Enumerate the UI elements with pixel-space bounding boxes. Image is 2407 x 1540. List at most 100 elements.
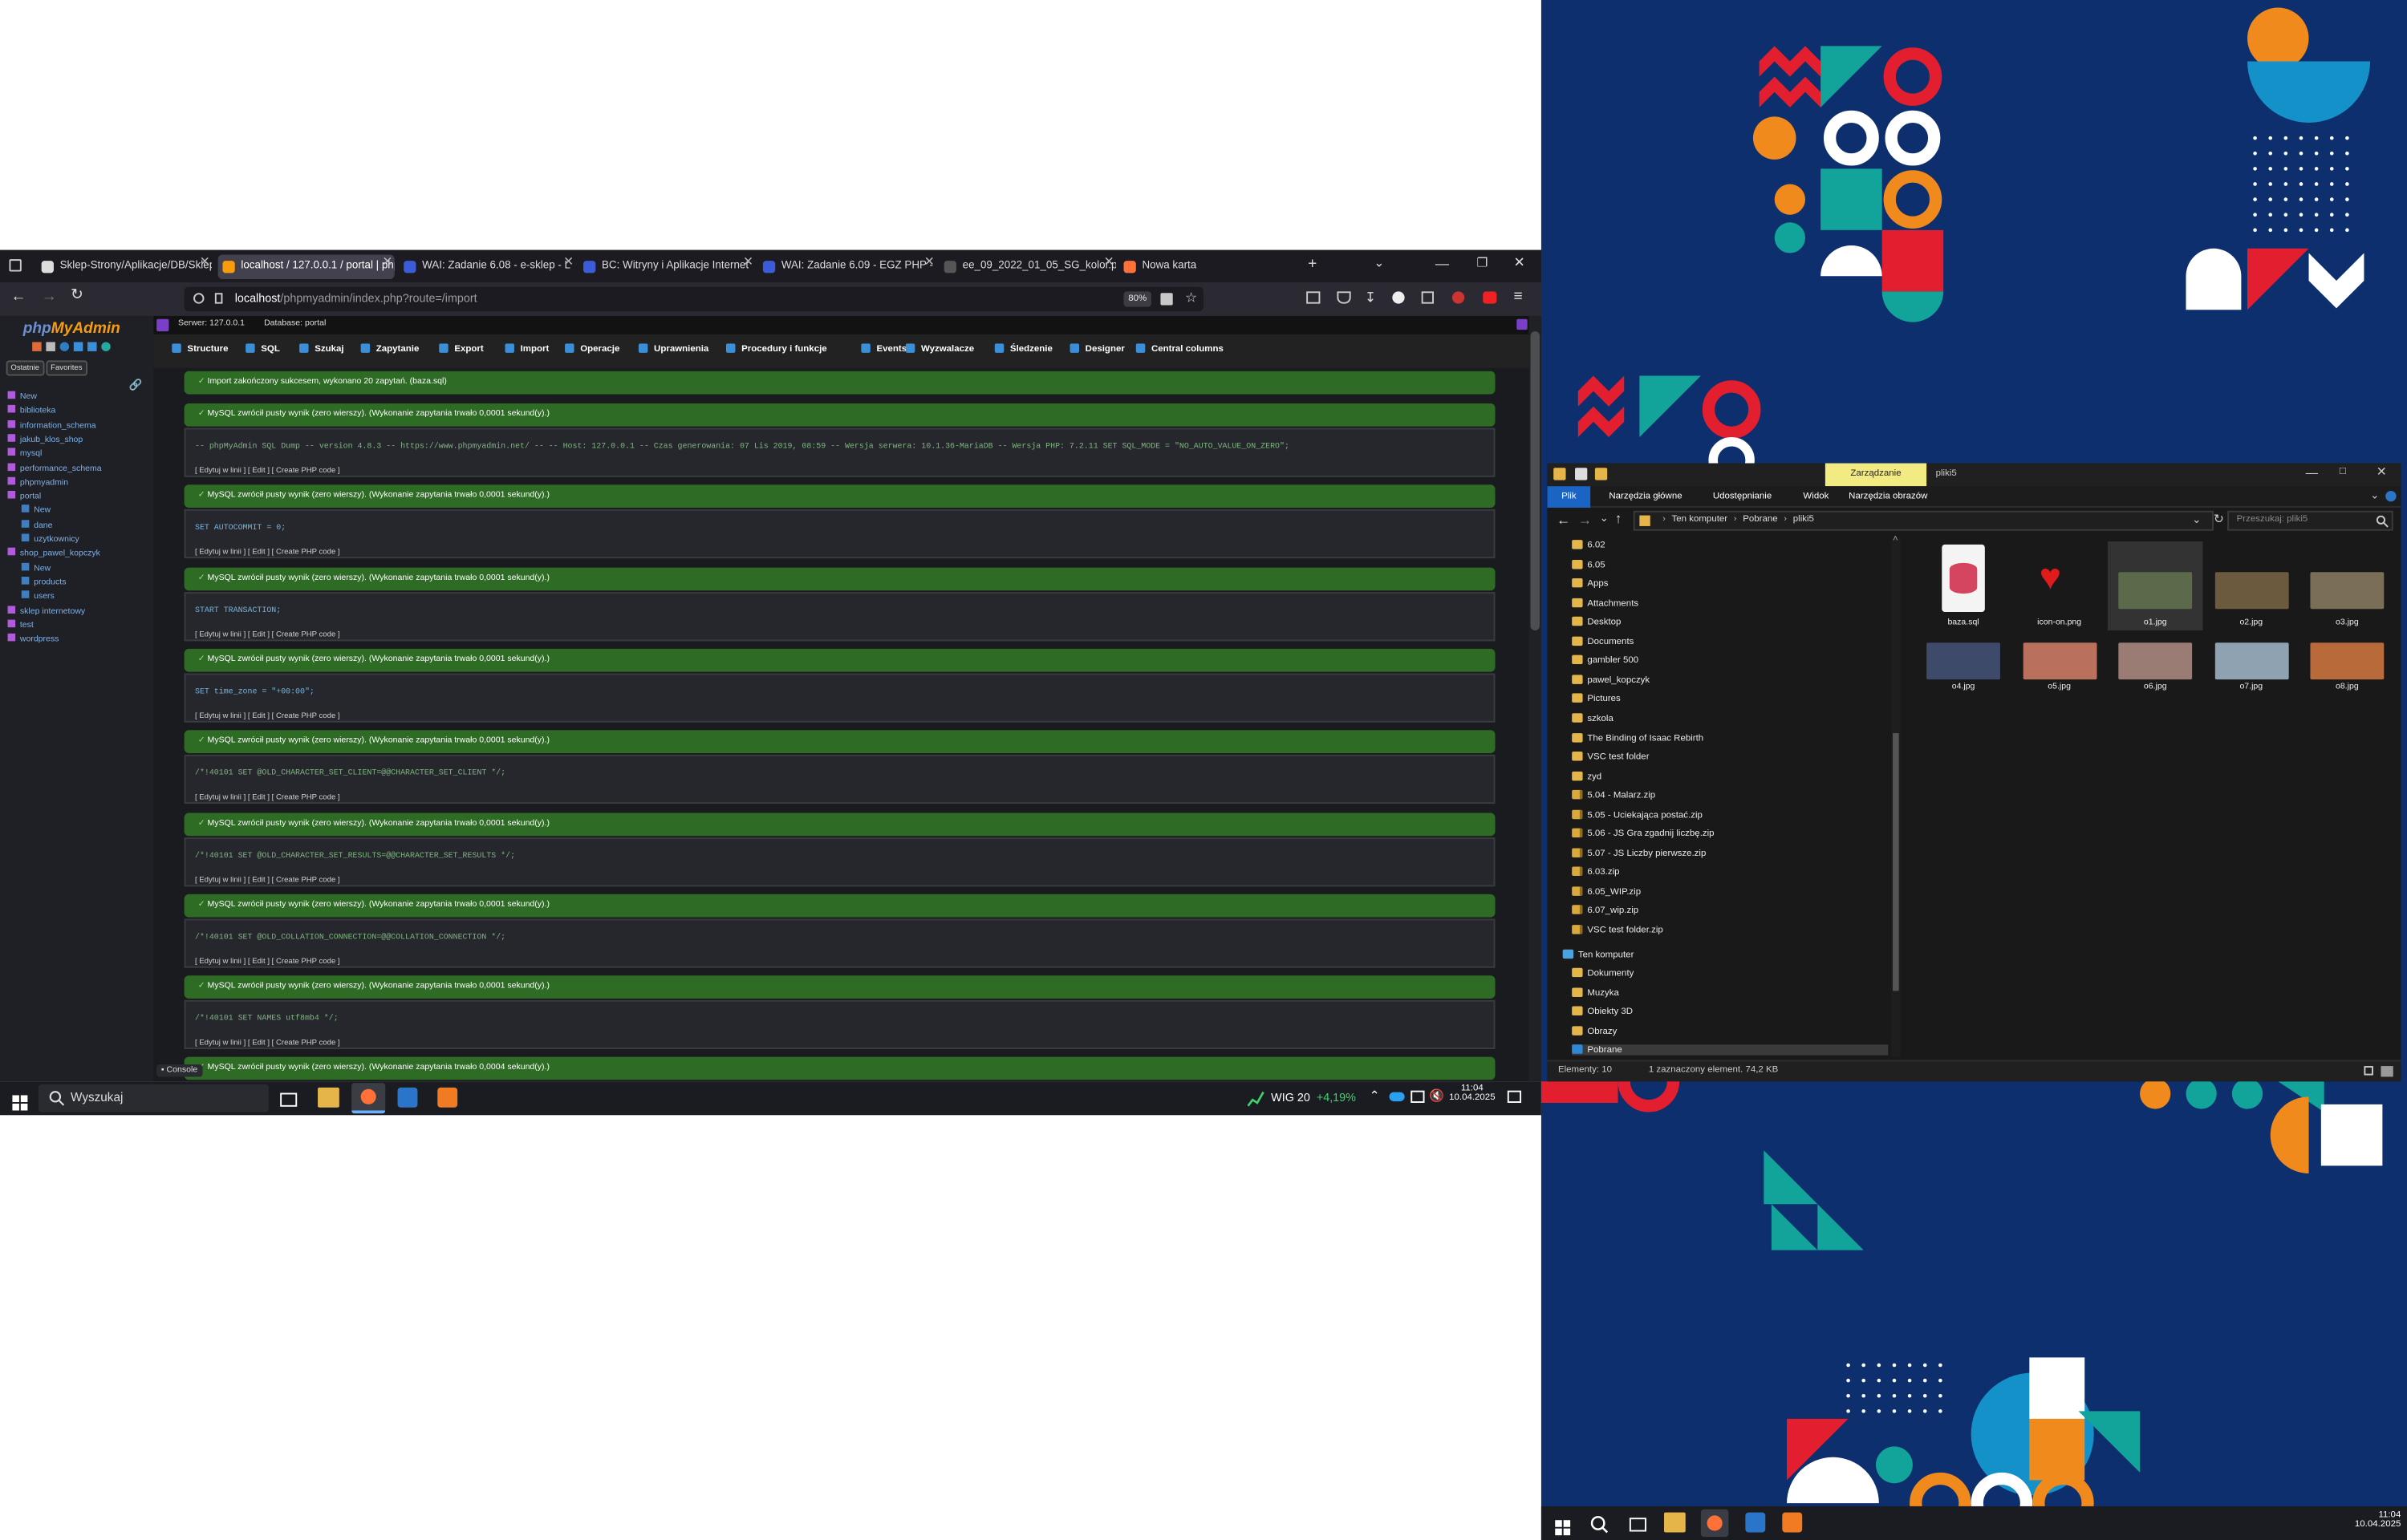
tab-overflow-chevron-icon[interactable]: ⌄: [1374, 256, 1384, 270]
menu-hamburger-icon[interactable]: ≡: [1513, 289, 1522, 306]
nav-tree-item[interactable]: Muzyka: [1572, 987, 1619, 998]
nav-tree-item[interactable]: 6.02: [1572, 540, 1605, 551]
nav-tree-item[interactable]: gambler 500: [1572, 655, 1638, 667]
breadcrumb-segment[interactable]: Ten komputer: [1672, 516, 1728, 525]
tab-close-icon[interactable]: ✕: [924, 254, 935, 268]
onedrive-icon[interactable]: [1389, 1092, 1405, 1102]
close-window-button[interactable]: ✕: [2377, 464, 2387, 478]
pma-menu-item[interactable]: Export: [439, 343, 484, 355]
volume-mute-icon[interactable]: 🔇: [1429, 1089, 1444, 1103]
file-item[interactable]: o2.jpg: [2203, 541, 2299, 630]
address-bar[interactable]: › Ten komputer › Pobrane › pliki5 ⌄: [1633, 510, 2214, 531]
nav-tree-item[interactable]: Pobrane: [1572, 1044, 1889, 1056]
nav-tree-item[interactable]: 6.03.zip: [1572, 867, 1620, 878]
pma-menu-item[interactable]: Operacje: [565, 343, 619, 355]
scrollbar-thumb[interactable]: [1530, 331, 1540, 630]
db-tree-item[interactable]: information_schema: [7, 419, 96, 431]
stock-widget[interactable]: WIG 20 +4,19%: [1271, 1091, 1356, 1104]
reload-icon[interactable]: ↻: [71, 287, 83, 304]
manage-context-tab[interactable]: Zarządzanie: [1825, 463, 1927, 487]
tab-close-icon[interactable]: ✕: [563, 254, 574, 268]
quick-access-properties-icon[interactable]: [1575, 468, 1588, 480]
db-tree-item[interactable]: test: [7, 619, 34, 630]
account-icon[interactable]: [1392, 291, 1405, 304]
db-tree-item[interactable]: products: [21, 576, 67, 587]
xampp-taskbar-icon[interactable]: [437, 1087, 458, 1108]
nav-tree-item[interactable]: Ten komputer: [1562, 948, 1634, 959]
nav-tree-item[interactable]: Obrazy: [1572, 1025, 1617, 1036]
breadcrumb-server[interactable]: Serwer: 127.0.0.1: [178, 319, 245, 328]
nav-tree-item[interactable]: Pictures: [1572, 694, 1621, 705]
sql-action-links[interactable]: [ Edytuj w linii ] [ Edit ] [ Create PHP…: [195, 875, 340, 884]
browser-tab[interactable]: WAI: Zadanie 6.08 - e-sklep - L: [399, 254, 575, 279]
pma-menu-item[interactable]: Events: [861, 343, 907, 355]
url-bar[interactable]: localhost/phpmyadmin/index.php?route=/im…: [184, 286, 1204, 312]
pma-menu-item[interactable]: Import: [505, 343, 549, 355]
close-window-button[interactable]: ✕: [1513, 254, 1524, 271]
ribbon-tab[interactable]: Plik: [1547, 486, 1591, 508]
recent-locations-chevron-icon[interactable]: ⌄: [1600, 513, 1609, 525]
logout-icon[interactable]: [46, 342, 55, 351]
task-view-icon[interactable]: [1629, 1514, 1647, 1540]
clock-secondary[interactable]: 11:04 10.04.2025: [2340, 1511, 2401, 1530]
pma-menu-item[interactable]: Uprawnienia: [638, 343, 708, 355]
firefox-taskbar-button[interactable]: [351, 1083, 386, 1114]
browser-tab[interactable]: Nowa karta: [1119, 254, 1288, 279]
minimize-button[interactable]: —: [2306, 466, 2318, 480]
nav-tree-item[interactable]: zyd: [1572, 771, 1601, 782]
sql-action-links[interactable]: [ Edytuj w linii ] [ Edit ] [ Create PHP…: [195, 793, 340, 802]
stock-chart-icon[interactable]: [1247, 1088, 1265, 1107]
pma-menu-item[interactable]: SQL: [246, 343, 280, 355]
db-tree-item[interactable]: New: [21, 505, 51, 516]
pma-menu-item[interactable]: Zapytanie: [360, 343, 419, 355]
quick-access-new-folder-icon[interactable]: [1594, 468, 1608, 480]
db-tree-item[interactable]: wordpress: [7, 633, 59, 644]
paint-taskbar-icon[interactable]: [1745, 1512, 1766, 1533]
refresh-icon[interactable]: ↻: [2214, 513, 2224, 526]
nav-tree-item[interactable]: Obiekty 3D: [1572, 1006, 1633, 1017]
db-tree-item[interactable]: jakub_klos_shop: [7, 433, 83, 444]
downloads-icon[interactable]: ↧: [1365, 290, 1376, 306]
db-tree-item[interactable]: New: [7, 391, 37, 402]
file-item[interactable]: o6.jpg: [2108, 634, 2203, 695]
restore-button[interactable]: ❐: [1477, 256, 1488, 270]
nav-tree-item[interactable]: 5.05 - Uciekająca postać.zip: [1572, 809, 1703, 821]
sql-action-links[interactable]: [ Edytuj w linii ] [ Edit ] [ Create PHP…: [195, 711, 340, 720]
nav-scrollbar[interactable]: [1891, 538, 1901, 1057]
pma-menu-item[interactable]: Śledzenie: [994, 343, 1053, 355]
extensions-icon[interactable]: [1421, 291, 1434, 304]
nav-tree-item[interactable]: Documents: [1572, 636, 1634, 647]
pma-menu-item[interactable]: Szukaj: [299, 343, 344, 355]
db-tree-item[interactable]: dane: [21, 519, 53, 530]
tab-close-icon[interactable]: ✕: [382, 254, 392, 268]
network-icon[interactable]: [1411, 1090, 1425, 1103]
browser-tab[interactable]: localhost / 127.0.0.1 / portal | phpMyAd…: [217, 254, 395, 280]
back-arrow-icon[interactable]: ←: [10, 289, 26, 306]
nav-tree-item[interactable]: The Binding of Isaac Rebirth: [1572, 732, 1703, 744]
console-toggle[interactable]: ▪ Console: [156, 1064, 202, 1077]
nav-tree-item[interactable]: szkola: [1572, 713, 1613, 724]
address-chevron-icon[interactable]: ⌄: [2192, 514, 2201, 526]
taskbar-search-box[interactable]: Wyszukaj: [38, 1084, 269, 1112]
details-view-icon[interactable]: [2364, 1066, 2373, 1076]
breadcrumb-segment[interactable]: Pobrane: [1743, 516, 1777, 525]
db-tree-item[interactable]: mysql: [7, 448, 43, 459]
ribbon-tab[interactable]: Udostępnianie: [1698, 486, 1787, 508]
ribbon-expand-chevron-icon[interactable]: ⌄: [2370, 489, 2379, 501]
notifications-icon[interactable]: [1507, 1090, 1522, 1103]
help-icon[interactable]: [2385, 490, 2397, 502]
nav-tree-item[interactable]: 6.05_WIP.zip: [1572, 886, 1641, 898]
nav-tree-item[interactable]: VSC test folder: [1572, 752, 1650, 763]
reload-navigation-icon[interactable]: [101, 342, 111, 351]
db-tree-item[interactable]: users: [21, 590, 55, 602]
file-item[interactable]: o8.jpg: [2299, 634, 2395, 695]
db-tree-item[interactable]: performance_schema: [7, 462, 102, 473]
pma-menu-item[interactable]: Wyzwalacze: [905, 343, 974, 355]
file-item[interactable]: o1.jpg: [2107, 541, 2203, 630]
file-item[interactable]: o4.jpg: [1916, 634, 2011, 695]
breadcrumb-segment[interactable]: pliki5: [1793, 516, 1814, 525]
browser-tab[interactable]: WAI: Zadanie 6.09 - EGZ PHP - I: [758, 254, 936, 279]
file-item[interactable]: o3.jpg: [2299, 541, 2395, 630]
expand-panel-icon[interactable]: [1516, 318, 1528, 330]
new-tab-plus-icon[interactable]: +: [1308, 256, 1317, 273]
